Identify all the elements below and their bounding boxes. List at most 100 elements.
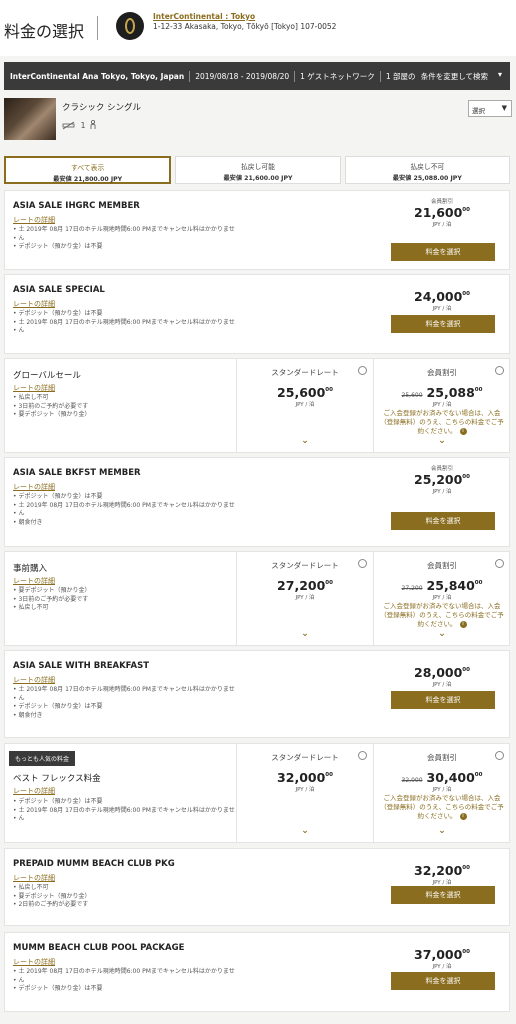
hotel-name-link[interactable]: InterContinental : Tokyo	[153, 12, 255, 21]
member-rate-price: 27,200 25,84000	[374, 578, 510, 593]
rate-radio[interactable]	[358, 366, 367, 375]
chevron-down-icon[interactable]: ⌄	[237, 436, 373, 446]
rate-conditions: デポジット（預かり金）は不要 土 2019年 08月 17日のホテル現地時間6:…	[13, 310, 245, 336]
room-photo[interactable]	[4, 98, 56, 140]
rate-name: ベスト フレックス料金	[13, 774, 101, 784]
room-select-dropdown[interactable]: 選択 ▼	[468, 100, 512, 117]
price-unit: JPY / 泊	[432, 222, 452, 228]
standard-rate-option[interactable]: スタンダードレート 27,20000 JPY / 泊 ⌄	[236, 552, 373, 645]
member-rate-option[interactable]: 会員割引 32,000 30,40000 JPY / 泊 ご入会登録がお済みでない…	[373, 744, 510, 842]
price-cents: 00	[474, 772, 483, 778]
price-amount: 24,000	[414, 289, 463, 304]
rate-details-link[interactable]: レートの詳細	[13, 957, 55, 967]
chevron-down-icon[interactable]: ⌄	[237, 629, 373, 639]
search-rooms: 1 部屋の	[385, 71, 416, 81]
member-rate-option[interactable]: 会員割引 25,600 25,08800 JPY / 泊 ご入会登録がお済みでない…	[373, 359, 510, 452]
room-summary: クラシック シングル 1 選択 ▼	[4, 98, 512, 146]
rate-condition: 3日前のご予約が必要です	[13, 596, 245, 605]
select-rate-button[interactable]: 料金を選択	[391, 243, 495, 261]
member-note-text: ご入会登録がお済みでない場合は、入会（登録無料）のうえ、こちらの料金でご予約くだ…	[380, 409, 504, 435]
standard-rate-option[interactable]: スタンダードレート 25,60000 JPY / 泊 ⌄	[236, 359, 373, 452]
rate-condition: 土 2019年 08月 17日のホテル現地時間6:00 PMまでキャンセル料はか…	[13, 319, 245, 328]
rate-name: ASIA SALE SPECIAL	[13, 285, 105, 295]
rate-details-link[interactable]: レートの詳細	[13, 786, 55, 796]
member-discount-label: 会員割引	[430, 199, 453, 205]
member-discount-label	[387, 855, 497, 863]
room-amenities: 1	[62, 119, 96, 130]
rate-card: ASIA SALE SPECIAL レートの詳細 デポジット（預かり金）は不要 …	[4, 274, 510, 354]
search-dates: 2019/08/18 - 2019/08/20	[190, 70, 296, 82]
info-icon[interactable]: i	[459, 620, 467, 628]
rate-condition: デポジット（預かり金）は不要	[13, 985, 245, 994]
rate-price-box: 会員割引 21,60000 JPY / 泊	[387, 197, 497, 228]
member-rate-label: 会員割引	[427, 753, 457, 762]
tab-label: 払戻し不可	[410, 163, 445, 171]
original-price: 27,200	[401, 585, 423, 592]
rate-radio[interactable]	[358, 559, 367, 568]
chevron-down-icon[interactable]: ⌄	[374, 629, 510, 639]
select-rate-button[interactable]: 料金を選択	[391, 886, 495, 904]
select-rate-button[interactable]: 料金を選択	[391, 315, 495, 333]
rate-condition: 払戻し不可	[13, 394, 245, 403]
select-rate-button[interactable]: 料金を選択	[391, 691, 495, 709]
person-icon	[90, 119, 96, 129]
change-search-button[interactable]: 条件を変更して検索	[421, 71, 488, 82]
rate-condition: ん	[13, 695, 245, 704]
price-unit: JPY / 泊	[295, 595, 315, 601]
rate-name: ASIA SALE WITH BREAKFAST	[13, 661, 150, 671]
member-rate-option[interactable]: 会員割引 27,200 25,84000 JPY / 泊 ご入会登録がお済みでない…	[373, 552, 510, 645]
tab-label: すべて表示	[71, 164, 105, 172]
price-unit: JPY / 泊	[295, 787, 315, 793]
rate-details-link[interactable]: レートの詳細	[13, 873, 55, 883]
rate-radio[interactable]	[358, 751, 367, 760]
tab-all[interactable]: すべて表示 最安値 21,800.00 JPY	[4, 156, 172, 184]
rate-condition: デポジット（預かり金）は不要	[13, 310, 245, 319]
rate-condition: 土 2019年 08月 17日のホテル現地時間6:00 PMまでキャンセル料はか…	[13, 226, 245, 235]
chevron-down-icon[interactable]: ⌄	[237, 826, 373, 836]
rate-condition: 2日前のご予約が必要です	[13, 901, 245, 910]
info-icon[interactable]: i	[459, 427, 467, 435]
price-amount: 25,200	[414, 472, 463, 487]
tab-refundable[interactable]: 払戻し可能 最安値 21,600.00 JPY	[175, 156, 341, 184]
rate-details-link[interactable]: レートの詳細	[13, 482, 55, 492]
rate-radio[interactable]	[495, 751, 504, 760]
rate-details-link[interactable]: レートの詳細	[13, 215, 55, 225]
price-unit: JPY / 泊	[432, 595, 452, 601]
info-icon[interactable]: i	[459, 812, 467, 820]
rate-conditions: 土 2019年 08月 17日のホテル現地時間6:00 PMまでキャンセル料はか…	[13, 226, 245, 252]
price-amount: 37,000	[414, 947, 463, 962]
select-rate-button[interactable]: 料金を選択	[391, 512, 495, 530]
rate-details-link[interactable]: レートの詳細	[13, 675, 55, 685]
rate-condition: 土 2019年 08月 17日のホテル現地時間6:00 PMまでキャンセル料はか…	[13, 502, 245, 511]
chevron-down-icon[interactable]: ⌄	[374, 826, 510, 836]
member-note: ご入会登録がお済みでない場合は、入会（登録無料）のうえ、こちらの料金でご予約くだ…	[380, 602, 504, 629]
chevron-down-icon[interactable]: ▾	[498, 70, 502, 79]
rate-conditions: 土 2019年 08月 17日のホテル現地時間6:00 PMまでキャンセル料はか…	[13, 686, 245, 720]
select-rate-button[interactable]: 料金を選択	[391, 972, 495, 990]
standard-rate-label: スタンダードレート	[271, 368, 339, 377]
member-discount-label	[387, 939, 497, 947]
bed-count: 1	[80, 120, 86, 130]
tab-non-refundable[interactable]: 払戻し不可 最安値 25,088.00 JPY	[344, 156, 510, 184]
member-discount-label	[387, 657, 497, 665]
price-cents: 00	[474, 580, 483, 586]
hotel-address: 1-12-33 Akasaka, Tokyo, Tōkyō [Tokyo] 10…	[153, 22, 337, 31]
rate-condition: ん	[13, 327, 245, 336]
rate-details-link[interactable]: レートの詳細	[13, 299, 55, 309]
rate-radio[interactable]	[495, 366, 504, 375]
room-select-label: 選択	[472, 107, 485, 115]
rate-condition: ん	[13, 815, 245, 824]
price-cents: 00	[462, 474, 470, 480]
rate-conditions: デポジット（預かり金）は不要 土 2019年 08月 17日のホテル現地時間6:…	[13, 493, 245, 527]
hotel-logo-icon	[116, 12, 144, 40]
member-discount-label: 会員割引	[430, 466, 453, 472]
chevron-down-icon[interactable]: ⌄	[374, 436, 510, 446]
rate-condition: 払戻し不可	[13, 604, 245, 613]
price-cents: 00	[325, 387, 333, 393]
rate-radio[interactable]	[495, 559, 504, 568]
price-unit: JPY / 泊	[432, 306, 452, 312]
standard-rate-option[interactable]: スタンダードレート 32,00000 JPY / 泊 ⌄	[236, 744, 373, 842]
rate-details-link[interactable]: レートの詳細	[13, 383, 55, 393]
price-unit: JPY / 泊	[432, 964, 452, 970]
rate-details-link[interactable]: レートの詳細	[13, 576, 55, 586]
